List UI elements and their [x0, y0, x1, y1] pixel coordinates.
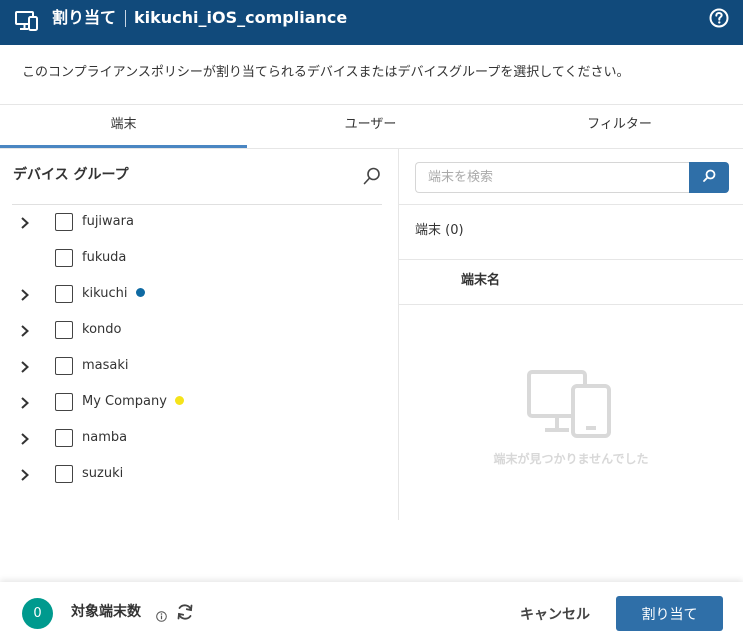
chevron-right-icon[interactable] [19, 467, 31, 481]
title-separator [125, 10, 126, 27]
tab-filters[interactable]: フィルター [496, 105, 743, 149]
device-search-button[interactable] [689, 162, 729, 193]
group-label: masaki [82, 358, 129, 373]
group-label: suzuki [82, 466, 124, 481]
dialog-header: 割り当て kikuchi_iOS_compliance [0, 0, 743, 45]
tree-item-suzuki: suzuki [0, 456, 398, 492]
device-groups-title: デバイス グループ [13, 167, 129, 183]
divider [399, 259, 743, 260]
group-checkbox[interactable] [55, 465, 73, 483]
group-label: kondo [82, 322, 122, 337]
chevron-right-icon[interactable] [19, 215, 31, 229]
chevron-right-icon[interactable] [19, 323, 31, 337]
chevron-right-icon[interactable] [19, 359, 31, 373]
group-checkbox[interactable] [55, 285, 73, 303]
dialog-title: 割り当て [52, 8, 117, 27]
tree-item-namba: namba [0, 420, 398, 456]
assign-button[interactable]: 割り当て [616, 596, 723, 631]
chevron-right-icon[interactable] [19, 287, 31, 301]
target-count-label: 対象端末数 [71, 604, 141, 620]
tab-devices[interactable]: 端末 [0, 105, 247, 149]
cancel-button[interactable]: キャンセル [507, 597, 603, 630]
tree-item-fujiwara: fujiwara [0, 204, 398, 240]
tree-item-kondo: kondo [0, 312, 398, 348]
group-checkbox[interactable] [55, 393, 73, 411]
device-count-label: 端末 (0) [415, 223, 464, 238]
search-icon [701, 168, 717, 187]
tree-item-my-company: My Company [0, 384, 398, 420]
group-checkbox[interactable] [55, 213, 73, 231]
group-label: fukuda [82, 250, 127, 265]
group-label: kikuchi [82, 285, 145, 303]
tree-item-masaki: masaki [0, 348, 398, 384]
group-status-dot [174, 396, 184, 405]
search-icon[interactable] [362, 166, 382, 186]
device-search-input[interactable] [415, 162, 689, 193]
policy-name: kikuchi_iOS_compliance [134, 8, 348, 27]
tree-item-fukuda: fukuda [0, 240, 398, 276]
devices-empty-icon [525, 368, 613, 440]
dialog-description: このコンプライアンスポリシーが割り当てられるデバイスまたはデバイスグループを選択… [22, 65, 630, 80]
group-label: My Company [82, 393, 184, 411]
column-header-device-name[interactable]: 端末名 [461, 272, 500, 290]
refresh-icon[interactable] [175, 602, 195, 622]
tab-users[interactable]: ユーザー [247, 105, 494, 149]
tab-bar: 端末 ユーザー フィルター [0, 105, 743, 149]
divider [399, 204, 743, 205]
info-icon[interactable] [156, 607, 167, 622]
chevron-right-icon[interactable] [19, 395, 31, 409]
group-checkbox[interactable] [55, 357, 73, 375]
empty-state-text: 端末が見つかりませんでした [493, 452, 649, 466]
divider [0, 148, 743, 149]
group-label: fujiwara [82, 214, 134, 229]
group-checkbox[interactable] [55, 249, 73, 267]
dialog-footer: 0 対象端末数 キャンセル 割り当て [0, 582, 743, 640]
devices-icon [14, 8, 40, 34]
target-count-badge: 0 [22, 598, 53, 629]
divider [399, 304, 743, 305]
group-label: namba [82, 430, 128, 445]
group-checkbox[interactable] [55, 429, 73, 447]
help-circle-icon[interactable] [709, 8, 729, 28]
group-checkbox[interactable] [55, 321, 73, 339]
chevron-right-icon[interactable] [19, 431, 31, 445]
tree-item-kikuchi: kikuchi [0, 276, 398, 312]
group-status-dot [135, 288, 145, 297]
